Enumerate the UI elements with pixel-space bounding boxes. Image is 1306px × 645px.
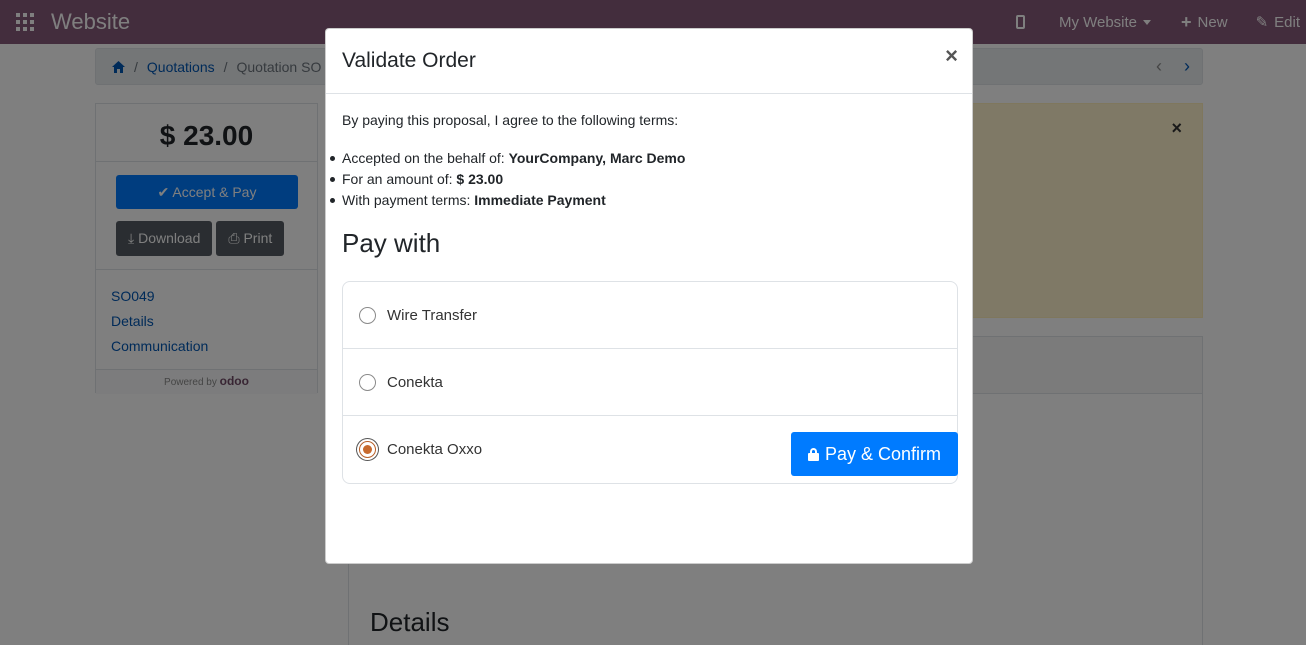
term-label: Accepted on the behalf of:	[342, 150, 509, 166]
radio-conekta-oxxo[interactable]	[359, 441, 376, 458]
radio-conekta[interactable]	[359, 373, 376, 391]
validate-order-modal: Validate Order × By paying this proposal…	[325, 28, 973, 564]
term-value: Immediate Payment	[474, 192, 606, 208]
lock-icon	[807, 447, 819, 461]
payment-method-conekta[interactable]: Conekta	[343, 349, 957, 416]
payment-method-label: Wire Transfer	[387, 306, 478, 324]
pay-with-heading: Pay with	[342, 228, 441, 258]
term-label: With payment terms:	[342, 192, 475, 208]
payment-method-label: Conekta	[387, 373, 443, 391]
term-amount: For an amount of: $ 23.00	[330, 169, 956, 190]
modal-header: Validate Order ×	[326, 29, 972, 94]
close-icon[interactable]: ×	[945, 45, 958, 67]
pay-confirm-label: Pay & Confirm	[824, 443, 942, 464]
payment-method-wire-transfer[interactable]: Wire Transfer	[343, 282, 957, 349]
terms-intro: By paying this proposal, I agree to the …	[342, 112, 679, 128]
term-value: YourCompany, Marc Demo	[508, 150, 686, 166]
modal-title: Validate Order	[342, 49, 476, 72]
term-label: For an amount of:	[342, 171, 457, 187]
payment-method-label: Conekta Oxxo	[387, 441, 483, 458]
radio-wire-transfer[interactable]	[359, 306, 376, 324]
terms-list: Accepted on the behalf of: YourCompany, …	[330, 148, 956, 211]
modal-body: By paying this proposal, I agree to the …	[326, 94, 972, 484]
term-behalf: Accepted on the behalf of: YourCompany, …	[330, 148, 956, 169]
term-payment-terms: With payment terms: Immediate Payment	[330, 190, 956, 211]
term-value: $ 23.00	[456, 171, 504, 187]
pay-confirm-button[interactable]: Pay & Confirm	[791, 432, 958, 476]
